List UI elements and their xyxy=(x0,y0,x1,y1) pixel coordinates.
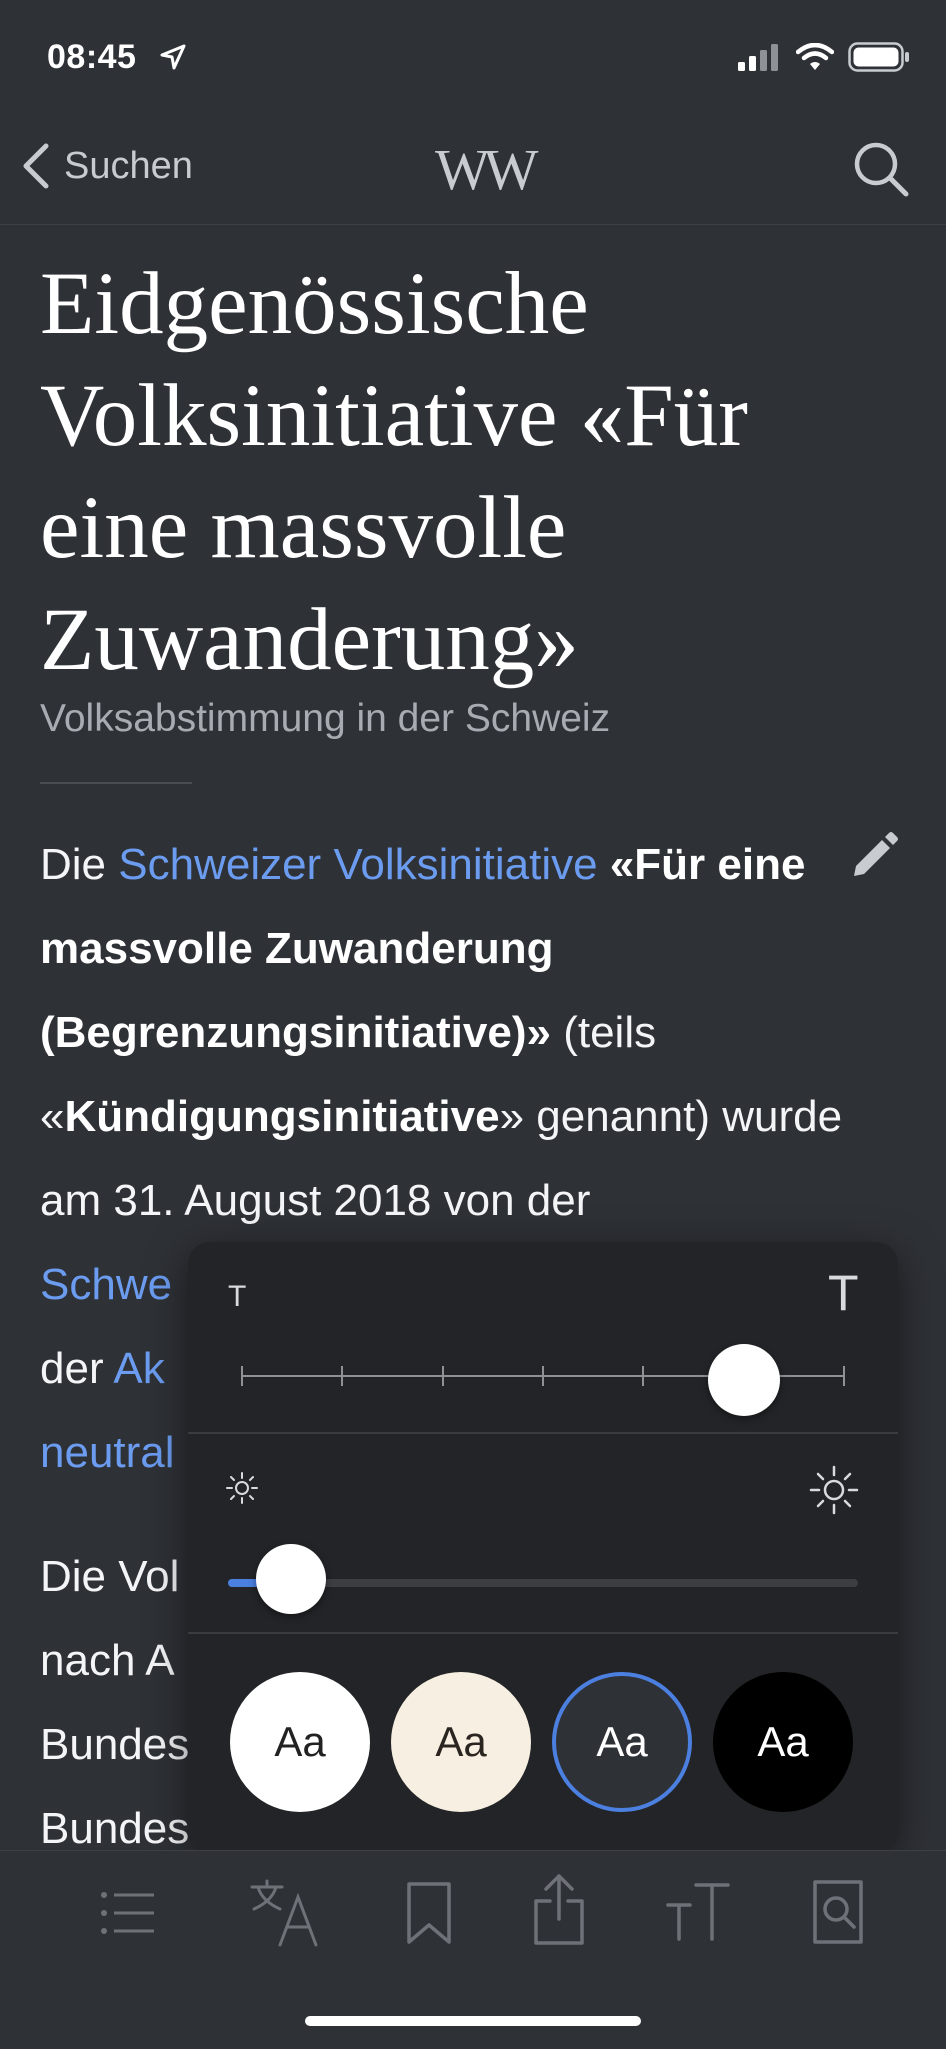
link-schweizerische[interactable]: Schwe xyxy=(40,1260,172,1309)
text: Die xyxy=(40,840,119,889)
bookmark-icon xyxy=(407,1882,451,1944)
font-size-large-label: T xyxy=(828,1265,859,1321)
bold-kuendigungsinitiative: Kündigungsinitiative xyxy=(64,1092,500,1141)
text-size-icon xyxy=(666,1883,730,1941)
font-size-tick xyxy=(341,1366,344,1386)
text: nach A xyxy=(40,1636,175,1685)
article-title: Eidgenössische Volksinitiative «Für eine… xyxy=(40,255,748,689)
search-icon xyxy=(854,142,909,197)
share-icon xyxy=(534,1874,584,1945)
font-size-tick xyxy=(542,1366,544,1386)
link-schweizer-volksinitiative[interactable]: Schweizer Volksinitiative xyxy=(118,840,597,889)
font-size-tick xyxy=(441,1366,444,1386)
article-subtitle: Volksabstimmung in der Schweiz xyxy=(40,697,611,740)
share-button[interactable] xyxy=(532,1873,586,1952)
text-size-button[interactable] xyxy=(666,1881,730,1946)
font-size-tick xyxy=(642,1366,645,1386)
language-button[interactable] xyxy=(250,1879,326,1952)
brightness-high-icon xyxy=(808,1464,860,1521)
theme-black-button[interactable]: Aa xyxy=(713,1672,853,1812)
separator xyxy=(188,1632,898,1634)
chevron-left-icon xyxy=(23,143,49,189)
find-in-page-button[interactable] xyxy=(812,1879,864,1950)
brightness-low-icon xyxy=(224,1470,260,1511)
theme-dark-button[interactable]: Aa xyxy=(552,1672,692,1812)
font-size-tick xyxy=(241,1366,243,1386)
title-divider xyxy=(40,782,192,784)
font-size-small-label: T xyxy=(228,1280,247,1313)
find-in-page-icon xyxy=(813,1880,863,1944)
text: der xyxy=(40,1344,114,1393)
bookmark-button[interactable] xyxy=(406,1881,452,1950)
home-indicator xyxy=(305,2016,641,2026)
language-icon xyxy=(250,1879,318,1947)
navigation-bar: Suchen WW xyxy=(0,120,946,225)
table-of-contents-button[interactable] xyxy=(100,1889,156,1942)
location-arrow-icon xyxy=(160,44,186,75)
table-of-contents-icon xyxy=(101,1892,154,1934)
theme-sepia-button[interactable]: Aa xyxy=(391,1672,531,1812)
back-button[interactable]: Suchen xyxy=(20,142,193,190)
back-button-label: Suchen xyxy=(64,144,193,187)
link-aktion[interactable]: Ak xyxy=(113,1344,164,1393)
separator xyxy=(188,1432,898,1434)
search-button[interactable] xyxy=(852,140,910,203)
brightness-slider-thumb[interactable] xyxy=(256,1544,326,1614)
link-neutral[interactable]: neutral xyxy=(40,1428,175,1477)
cellular-signal-icon xyxy=(738,44,778,71)
battery-icon xyxy=(848,42,909,72)
status-icons xyxy=(738,42,910,72)
text: Bundes xyxy=(40,1720,190,1769)
text xyxy=(598,840,610,889)
status-time: 08:45 xyxy=(47,38,137,76)
font-size-slider-thumb[interactable] xyxy=(707,1344,780,1416)
wikipedia-logo: WW xyxy=(435,137,538,202)
text: Die Vol xyxy=(40,1552,180,1601)
theme-default-button[interactable]: Aa xyxy=(230,1672,370,1812)
font-size-tick xyxy=(843,1366,845,1386)
reading-settings-popover: T T Aa Aa Aa Aa xyxy=(188,1242,898,1876)
wifi-icon xyxy=(796,43,834,70)
